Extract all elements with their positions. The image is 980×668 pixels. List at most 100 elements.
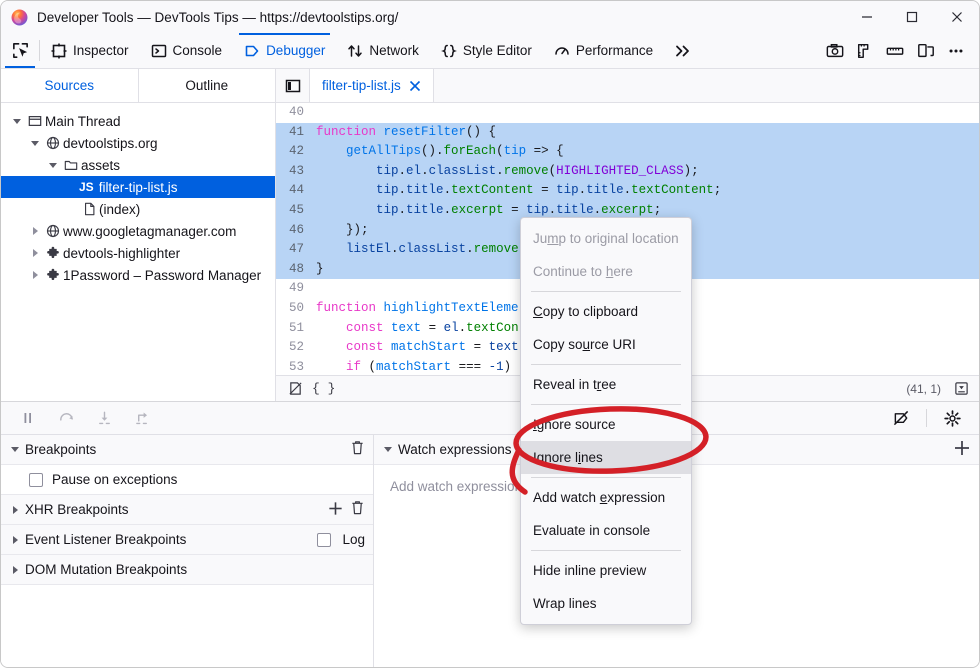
- dom-mutation-breakpoints-section-header[interactable]: DOM Mutation Breakpoints: [1, 555, 373, 585]
- twisty-down-icon[interactable]: [9, 119, 25, 124]
- debugger-toolbar-right: [882, 401, 979, 435]
- debugger-icon: [244, 43, 260, 59]
- tab-console[interactable]: Console: [140, 33, 234, 68]
- tab-outline[interactable]: Outline: [138, 69, 276, 102]
- context-menu-item-copy-source-uri[interactable]: Copy source URI: [521, 328, 691, 361]
- tab-sources[interactable]: Sources: [1, 69, 138, 102]
- context-menu-item-label: Jump to original location: [533, 231, 679, 246]
- line-number[interactable]: 49: [276, 279, 312, 299]
- line-number[interactable]: 46: [276, 221, 312, 241]
- xhr-breakpoints-actions: [327, 500, 373, 520]
- add-watch-expression-button[interactable]: [953, 439, 971, 460]
- context-menu-item-wrap-lines[interactable]: Wrap lines: [521, 587, 691, 620]
- context-menu-item-ignore-source[interactable]: Ignore source: [521, 408, 691, 441]
- code-line[interactable]: 43 tip.el.classList.remove(HIGHLIGHTED_C…: [276, 162, 979, 182]
- pretty-print-button[interactable]: [282, 381, 308, 396]
- event-listener-log-checkbox[interactable]: [317, 533, 331, 547]
- line-number[interactable]: 43: [276, 162, 312, 182]
- maximize-button[interactable]: [889, 1, 934, 33]
- context-menu-item-evaluate-in-console[interactable]: Evaluate in console: [521, 514, 691, 547]
- line-number[interactable]: 47: [276, 240, 312, 260]
- deactivate-breakpoints-button[interactable]: [882, 401, 920, 435]
- add-xhr-breakpoint-button[interactable]: [327, 500, 344, 520]
- step-in-button[interactable]: [85, 401, 123, 435]
- tree-item-1password[interactable]: 1Password – Password Manager: [1, 264, 275, 286]
- tab-performance[interactable]: Performance: [543, 33, 664, 68]
- line-number[interactable]: 51: [276, 319, 312, 339]
- remove-all-breakpoints-button[interactable]: [350, 440, 365, 459]
- twisty-right-icon[interactable]: [7, 506, 23, 514]
- tree-item-filter-tip-list-js[interactable]: JS filter-tip-list.js: [1, 176, 275, 198]
- twisty-right-icon[interactable]: [7, 566, 23, 574]
- line-number[interactable]: 41: [276, 123, 312, 143]
- line-number[interactable]: 42: [276, 142, 312, 162]
- code-line[interactable]: 44 tip.title.textContent = tip.title.tex…: [276, 181, 979, 201]
- inspector-icon: [51, 43, 67, 59]
- minimize-button[interactable]: [844, 1, 889, 33]
- tree-item-devtoolstips-org[interactable]: devtoolstips.org: [1, 132, 275, 154]
- twisty-down-icon[interactable]: [380, 447, 396, 452]
- screenshot-camera-button[interactable]: [820, 33, 850, 69]
- code-line[interactable]: 41function resetFilter() {: [276, 123, 979, 143]
- xhr-breakpoints-section-header[interactable]: XHR Breakpoints: [1, 495, 373, 525]
- tree-item-index[interactable]: (index): [1, 198, 275, 220]
- tree-item-main-thread[interactable]: Main Thread: [1, 110, 275, 132]
- line-number[interactable]: 52: [276, 338, 312, 358]
- element-picker-icon: [11, 41, 30, 60]
- code-line[interactable]: 42 getAllTips().forEach(tip => {: [276, 142, 979, 162]
- devtools-meatball-menu-button[interactable]: [941, 33, 971, 69]
- step-over-button[interactable]: [47, 401, 85, 435]
- event-listener-breakpoints-section-header[interactable]: Event Listener Breakpoints Log: [1, 525, 373, 555]
- twisty-down-icon[interactable]: [7, 447, 23, 452]
- tab-debugger[interactable]: Debugger: [233, 33, 336, 68]
- ruler-button[interactable]: [880, 33, 910, 69]
- step-out-button[interactable]: [123, 401, 161, 435]
- toolbar-overflow-button[interactable]: [664, 33, 702, 68]
- editor-file-tab[interactable]: filter-tip-list.js: [310, 69, 434, 102]
- editor-context-menu[interactable]: Jump to original locationContinue to her…: [520, 217, 692, 625]
- line-number[interactable]: 53: [276, 358, 312, 375]
- context-menu-separator: [531, 477, 681, 478]
- context-menu-item-hide-inline-preview[interactable]: Hide inline preview: [521, 554, 691, 587]
- breakpoints-pane: Breakpoints Pause on exceptions XH: [1, 435, 374, 668]
- line-number[interactable]: 44: [276, 181, 312, 201]
- pause-on-exceptions-checkbox[interactable]: [29, 473, 43, 487]
- line-number[interactable]: 45: [276, 201, 312, 221]
- twisty-down-icon[interactable]: [27, 141, 43, 146]
- pause-button[interactable]: [9, 401, 47, 435]
- responsive-design-mode-button[interactable]: [911, 33, 941, 69]
- measure-tool-button[interactable]: [850, 33, 880, 69]
- context-menu-item-reveal-in-tree[interactable]: Reveal in tree: [521, 368, 691, 401]
- tree-item-devtools-highlighter[interactable]: devtools-highlighter: [1, 242, 275, 264]
- debugger-settings-gear-button[interactable]: [933, 401, 971, 435]
- twisty-right-icon[interactable]: [27, 271, 43, 279]
- tree-item-googletagmanager[interactable]: www.googletagmanager.com: [1, 220, 275, 242]
- line-number[interactable]: 50: [276, 299, 312, 319]
- show-original-variables-button[interactable]: [949, 381, 973, 396]
- context-menu-item-ignore-lines[interactable]: Ignore lines: [521, 441, 691, 474]
- twisty-right-icon[interactable]: [27, 227, 43, 235]
- source-map-braces-label[interactable]: { }: [308, 381, 339, 396]
- breakpoints-section-header[interactable]: Breakpoints: [1, 435, 373, 465]
- context-menu-item-copy-to-clipboard[interactable]: Copy to clipboard: [521, 295, 691, 328]
- remove-all-xhr-breakpoints-button[interactable]: [350, 500, 365, 519]
- code-line[interactable]: 40: [276, 103, 979, 123]
- twisty-down-icon[interactable]: [45, 163, 61, 168]
- pause-on-exceptions-row[interactable]: Pause on exceptions: [1, 465, 373, 495]
- twisty-right-icon[interactable]: [7, 536, 23, 544]
- context-menu-item-add-watch-expression[interactable]: Add watch expression: [521, 481, 691, 514]
- line-number[interactable]: 40: [276, 103, 312, 123]
- code-line-text: listEl.classList.remove: [312, 240, 519, 260]
- close-icon[interactable]: [409, 80, 421, 92]
- tree-item-assets[interactable]: assets: [1, 154, 275, 176]
- tab-inspector[interactable]: Inspector: [40, 33, 140, 68]
- toggle-sources-sidebar-button[interactable]: [276, 69, 310, 102]
- trash-icon: [350, 440, 365, 456]
- tab-network[interactable]: Network: [336, 33, 430, 68]
- element-picker-button[interactable]: [1, 33, 39, 68]
- close-button[interactable]: [934, 1, 979, 33]
- tab-style-editor[interactable]: Style Editor: [430, 33, 543, 68]
- performance-icon: [554, 43, 570, 59]
- line-number[interactable]: 48: [276, 260, 312, 280]
- twisty-right-icon[interactable]: [27, 249, 43, 257]
